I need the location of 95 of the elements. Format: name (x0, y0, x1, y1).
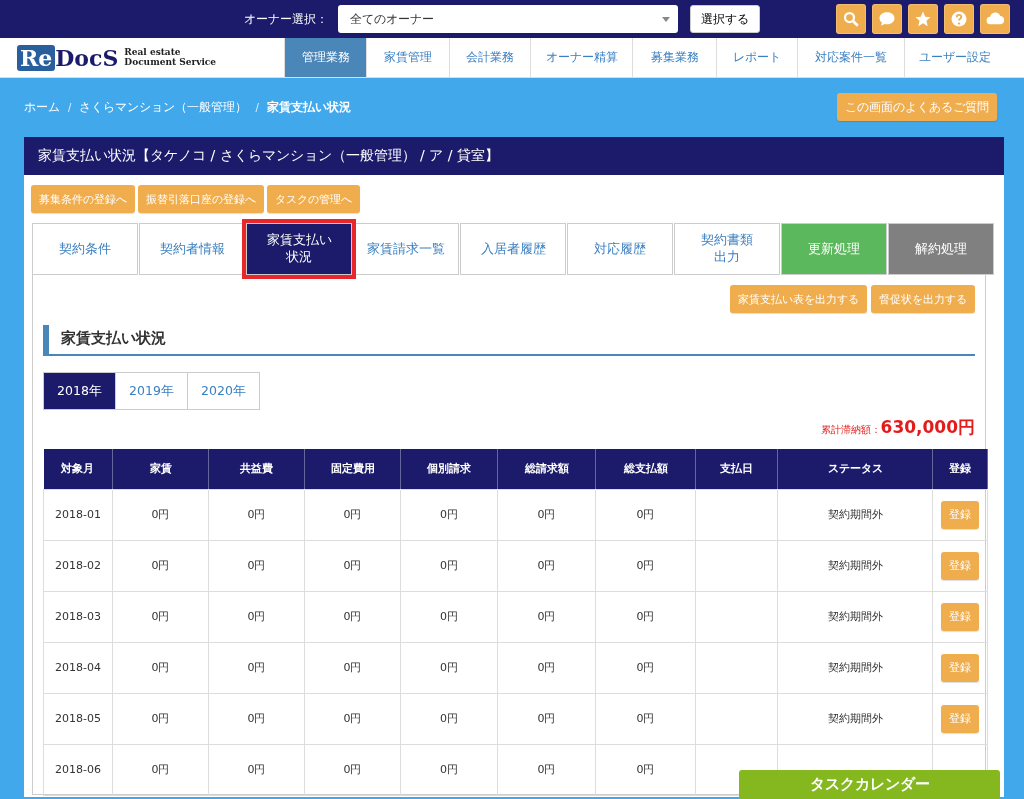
table-cell: 0円 (497, 744, 596, 795)
table-cell: 0円 (400, 693, 498, 744)
table-cell: 0円 (400, 642, 498, 693)
table-cell: 0円 (208, 693, 305, 744)
table-cell: 契約期間外 (777, 693, 933, 744)
tab[interactable]: 契約条件 (32, 223, 138, 275)
breadcrumb-separator: / (255, 101, 259, 113)
table-cell: 0円 (208, 540, 305, 591)
table-cell: 0円 (400, 540, 498, 591)
task-calendar-tab[interactable]: タスクカレンダー (739, 770, 1000, 799)
speech-bubble-icon (878, 10, 896, 28)
section-title: 家賃支払い状況 (43, 325, 975, 356)
toolbar-button[interactable] (872, 4, 902, 34)
column-header: 総請求額 (497, 449, 596, 489)
table-cell: 0円 (400, 591, 498, 642)
table-cell: 0円 (497, 591, 596, 642)
year-tab[interactable]: 2020年 (187, 372, 260, 410)
table-cell: 0円 (208, 642, 305, 693)
column-header: 共益費 (208, 449, 305, 489)
table-cell: 0円 (595, 591, 696, 642)
table-cell: 0円 (497, 693, 596, 744)
table-cell: 0円 (208, 591, 305, 642)
toolbar-button[interactable] (944, 4, 974, 34)
table-cell: 0円 (304, 693, 401, 744)
year-tab[interactable]: 2018年 (43, 372, 116, 410)
column-header: 総支払額 (595, 449, 696, 489)
table-cell: 0円 (208, 489, 305, 540)
table-cell: 0円 (595, 642, 696, 693)
tab[interactable]: 契約者情報 (139, 223, 245, 275)
tab[interactable]: 更新処理 (781, 223, 887, 275)
tab[interactable]: 入居者履歴 (460, 223, 566, 275)
tab[interactable]: 契約書類 出力 (674, 223, 780, 275)
column-header: 対象月 (43, 449, 113, 489)
logo-mark: Re (17, 44, 56, 71)
table-cell: 0円 (304, 540, 401, 591)
table-cell: 2018-05 (43, 693, 113, 744)
table-cell: 0円 (304, 489, 401, 540)
table-cell: 2018-03 (43, 591, 113, 642)
help-icon (950, 10, 968, 28)
logo-tagline: Document Service (124, 57, 217, 67)
table-cell: 0円 (112, 489, 209, 540)
table-cell: 契約期間外 (777, 591, 933, 642)
column-header: 固定費用 (304, 449, 401, 489)
breadcrumb-separator: / (68, 101, 72, 113)
column-header: 支払日 (695, 449, 778, 489)
column-header: 個別請求 (400, 449, 498, 489)
table-cell: 2018-06 (43, 744, 113, 795)
table-cell: 0円 (304, 744, 401, 795)
column-header: ステータス (777, 449, 933, 489)
tab[interactable]: 家賃請求一覧 (353, 223, 459, 275)
table-cell: 契約期間外 (777, 642, 933, 693)
table-cell: 0円 (497, 642, 596, 693)
table-cell: 0円 (112, 693, 209, 744)
search-icon (842, 10, 860, 28)
year-tab[interactable]: 2019年 (115, 372, 188, 410)
table-cell: 0円 (497, 540, 596, 591)
column-header: 家賃 (112, 449, 209, 489)
toolbar-button[interactable] (908, 4, 938, 34)
table-cell: 0円 (400, 489, 498, 540)
table-cell: 0円 (595, 540, 696, 591)
table-cell: 0円 (595, 489, 696, 540)
table-cell: 2018-04 (43, 642, 113, 693)
table-cell: 2018-02 (43, 540, 113, 591)
table-cell: 0円 (595, 693, 696, 744)
logo-name: DocS (55, 44, 119, 71)
table-cell: 0円 (208, 744, 305, 795)
tab[interactable]: 解約処理 (888, 223, 994, 275)
owner-select[interactable]: 全てのオーナー (338, 5, 678, 33)
nav-item[interactable]: 管理業務 (284, 38, 366, 77)
table-cell: 0円 (112, 642, 209, 693)
table-cell: 0円 (304, 642, 401, 693)
breadcrumb-link[interactable]: 家賃支払い状況 (266, 98, 351, 116)
owner-select-label: オーナー選択： (244, 10, 328, 28)
select-button[interactable]: 選択する (690, 5, 760, 33)
logo-tagline: Real estate (124, 48, 182, 58)
panel-title: 家賃支払い状況【タケノコ / さくらマンション（一般管理） / ア / 貸室】 (24, 137, 1004, 175)
column-header: 登録 (932, 449, 988, 489)
table-cell: 0円 (112, 540, 209, 591)
arrears-label: 累計滞納額： (820, 424, 881, 435)
table-cell: 契約期間外 (777, 489, 933, 540)
toolbar-button[interactable] (836, 4, 866, 34)
table-cell: 0円 (400, 744, 498, 795)
table-cell: 契約期間外 (777, 540, 933, 591)
breadcrumb-link[interactable]: さくらマンション（一般管理） (79, 98, 248, 116)
arrears-value: 630,000円 (880, 416, 975, 439)
star-icon (914, 10, 932, 28)
table-cell: 0円 (112, 744, 209, 795)
table-cell: 0円 (595, 744, 696, 795)
table-cell: 0円 (112, 591, 209, 642)
tab[interactable]: 対応履歴 (567, 223, 673, 275)
toolbar-button[interactable] (980, 4, 1010, 34)
table-cell: 0円 (304, 591, 401, 642)
table-cell: 0円 (497, 489, 596, 540)
table-cell: 2018-01 (43, 489, 113, 540)
breadcrumb-link[interactable]: ホーム (24, 98, 60, 116)
